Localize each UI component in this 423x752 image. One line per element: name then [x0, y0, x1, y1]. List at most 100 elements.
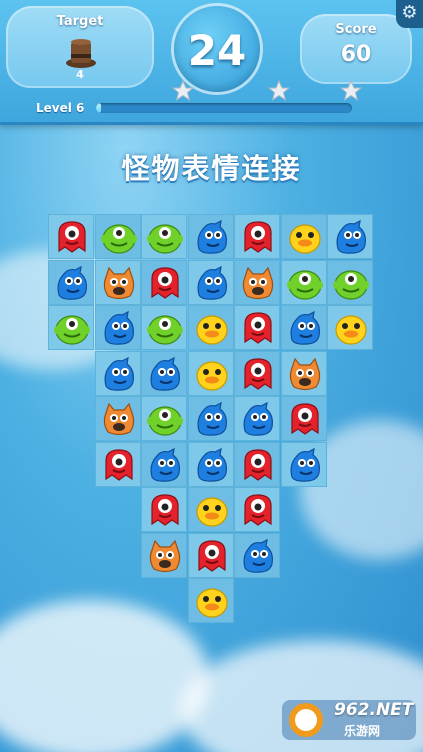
board-cell[interactable]: [94, 441, 141, 487]
board-cell[interactable]: [234, 396, 280, 441]
blue-monster-piece[interactable]: [193, 401, 231, 438]
orange-monster-piece[interactable]: [286, 356, 324, 393]
board-cell[interactable]: [141, 350, 187, 396]
board-cell[interactable]: [280, 441, 327, 487]
board-cell[interactable]: [234, 441, 280, 487]
board-cell[interactable]: [187, 487, 234, 532]
yellow-monster-piece[interactable]: [193, 583, 231, 620]
star-icon: [172, 80, 194, 102]
red-monster-piece[interactable]: [239, 447, 277, 484]
orange-monster-piece[interactable]: [100, 265, 138, 302]
orange-monster-piece[interactable]: [100, 401, 138, 438]
red-monster-piece[interactable]: [146, 265, 184, 302]
yellow-monster-piece[interactable]: [193, 310, 231, 347]
board-cell[interactable]: [187, 441, 234, 487]
board-cell[interactable]: [94, 350, 141, 396]
board-cell[interactable]: [94, 396, 141, 441]
board-cell[interactable]: [94, 214, 141, 259]
board-cell[interactable]: [187, 259, 234, 305]
board-cell[interactable]: [280, 305, 327, 350]
moves-left: 24: [187, 26, 247, 75]
green-monster-piece[interactable]: [146, 401, 184, 438]
score-value: 60: [340, 42, 372, 67]
board-cell[interactable]: [280, 259, 327, 305]
board-cell[interactable]: [141, 396, 187, 441]
red-monster-piece[interactable]: [239, 492, 277, 529]
red-monster-piece[interactable]: [239, 356, 277, 393]
green-monster-piece[interactable]: [53, 310, 91, 347]
board-cell[interactable]: [141, 259, 187, 305]
board-cell[interactable]: [141, 305, 187, 350]
blue-monster-piece[interactable]: [100, 356, 138, 393]
board-cell[interactable]: [234, 350, 280, 396]
board-cell[interactable]: [94, 305, 141, 350]
board-cell[interactable]: [234, 532, 280, 578]
board-cell[interactable]: [327, 259, 373, 305]
level-label: Level 6: [36, 101, 85, 115]
board-cell[interactable]: [141, 532, 187, 578]
watermark-text: 962.NET: [334, 700, 414, 720]
blue-monster-piece[interactable]: [193, 219, 231, 256]
game-screen: Target 4 24 Score 60 Level 6 ⚙ 怪物表情连接 96…: [0, 0, 423, 752]
board-cell[interactable]: [48, 259, 94, 305]
board-cell[interactable]: [48, 305, 94, 350]
blue-monster-piece[interactable]: [146, 447, 184, 484]
board-cell[interactable]: [327, 305, 373, 350]
yellow-monster-piece[interactable]: [193, 492, 231, 529]
board-cell[interactable]: [187, 305, 234, 350]
green-monster-piece[interactable]: [146, 310, 184, 347]
board-cell[interactable]: [234, 214, 280, 259]
red-monster-piece[interactable]: [239, 219, 277, 256]
blue-monster-piece[interactable]: [193, 265, 231, 302]
gear-icon: ⚙: [401, 2, 418, 23]
board-cell[interactable]: [48, 214, 94, 259]
board-cell[interactable]: [187, 578, 234, 623]
board-cell[interactable]: [280, 350, 327, 396]
top-hat-icon: [66, 39, 96, 68]
game-board: [48, 214, 378, 634]
board-cell[interactable]: [327, 214, 373, 259]
blue-monster-piece[interactable]: [239, 401, 277, 438]
watermark-logo: 962.NET 乐游网: [282, 698, 416, 742]
red-monster-piece[interactable]: [53, 219, 91, 256]
blue-monster-piece[interactable]: [53, 265, 91, 302]
board-cell[interactable]: [234, 259, 280, 305]
orange-monster-piece[interactable]: [239, 265, 277, 302]
blue-monster-piece[interactable]: [193, 447, 231, 484]
board-cell[interactable]: [234, 487, 280, 532]
board-cell[interactable]: [280, 214, 327, 259]
blue-monster-piece[interactable]: [286, 447, 324, 484]
board-cell[interactable]: [187, 532, 234, 578]
red-monster-piece[interactable]: [239, 310, 277, 347]
red-monster-piece[interactable]: [193, 538, 231, 575]
board-cell[interactable]: [187, 350, 234, 396]
blue-monster-piece[interactable]: [332, 219, 370, 256]
yellow-monster-piece[interactable]: [286, 219, 324, 256]
score-panel: Score 60: [300, 14, 412, 84]
blue-monster-piece[interactable]: [100, 310, 138, 347]
board-cell[interactable]: [187, 396, 234, 441]
blue-monster-piece[interactable]: [286, 310, 324, 347]
board-cell[interactable]: [280, 396, 327, 441]
yellow-monster-piece[interactable]: [193, 356, 231, 393]
blue-monster-piece[interactable]: [146, 356, 184, 393]
green-monster-piece[interactable]: [286, 265, 324, 302]
blue-monster-piece[interactable]: [239, 538, 277, 575]
board-cell[interactable]: [141, 214, 187, 259]
green-monster-piece[interactable]: [100, 219, 138, 256]
board-cell[interactable]: [141, 441, 187, 487]
board-cell[interactable]: [141, 487, 187, 532]
target-label: Target: [56, 14, 104, 29]
board-cell[interactable]: [94, 259, 141, 305]
green-monster-piece[interactable]: [146, 219, 184, 256]
settings-button[interactable]: ⚙: [396, 0, 423, 28]
red-monster-piece[interactable]: [146, 492, 184, 529]
yellow-monster-piece[interactable]: [332, 310, 370, 347]
red-monster-piece[interactable]: [286, 401, 324, 438]
top-hud: Target 4 24 Score 60 Level 6: [0, 0, 423, 125]
red-monster-piece[interactable]: [100, 447, 138, 484]
board-cell[interactable]: [234, 305, 280, 350]
green-monster-piece[interactable]: [332, 265, 370, 302]
board-cell[interactable]: [187, 214, 234, 259]
orange-monster-piece[interactable]: [146, 538, 184, 575]
